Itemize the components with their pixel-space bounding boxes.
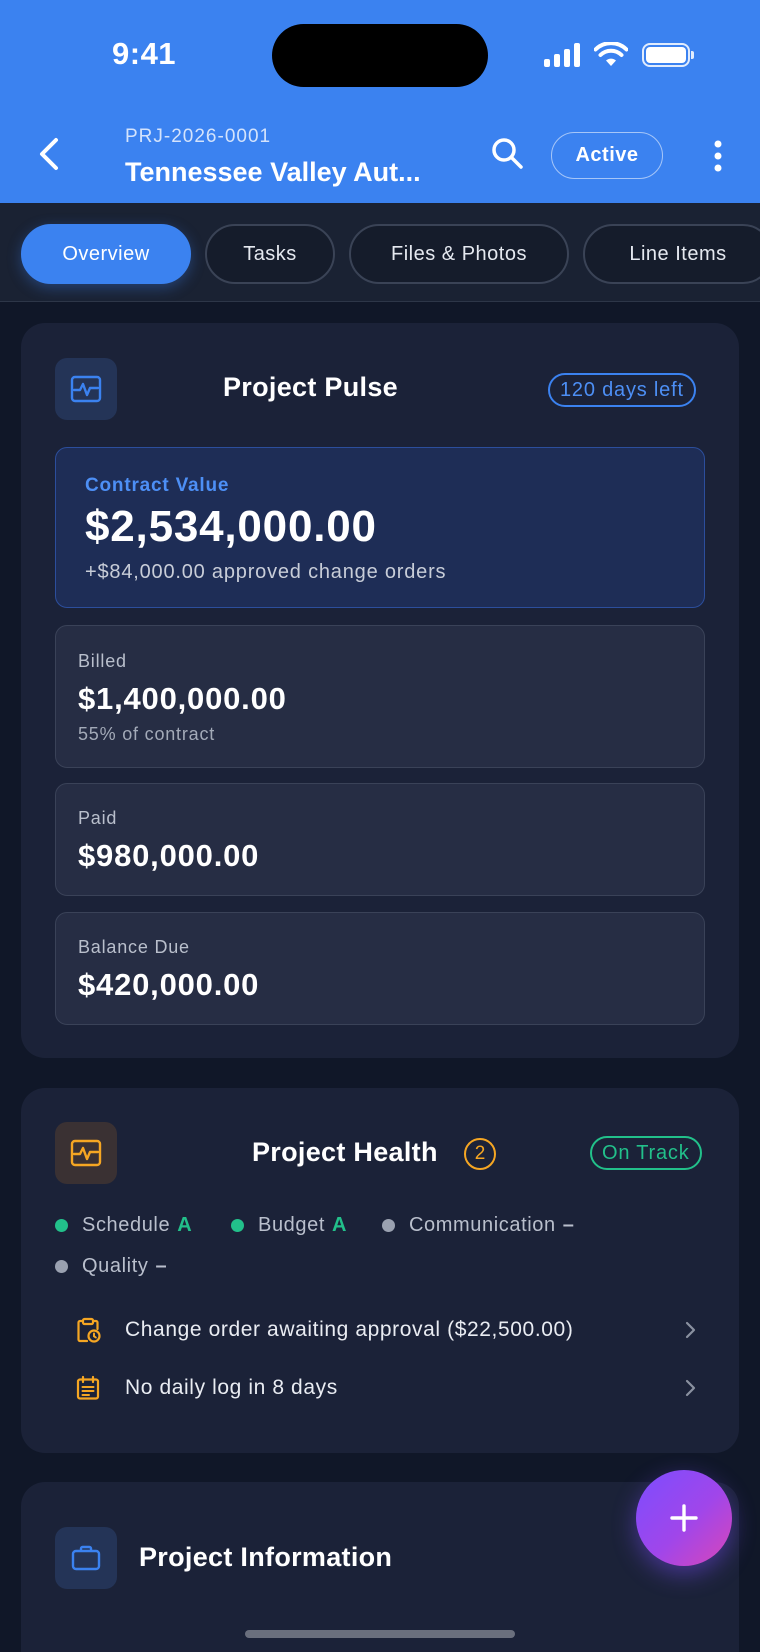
days-left-badge: 120 days left xyxy=(548,373,696,407)
billed-label: Billed xyxy=(78,651,127,671)
balance-due-label: Balance Due xyxy=(78,937,190,957)
paid-value: $980,000.00 xyxy=(78,838,260,873)
communication-metric: Communication – xyxy=(382,1214,574,1237)
communication-label: Communication xyxy=(409,1214,556,1236)
health-alert-count-badge: 2 xyxy=(464,1138,496,1170)
alert-text-daily-log: No daily log in 8 days xyxy=(125,1376,338,1399)
wifi-icon xyxy=(594,42,628,66)
change-orders-text: +$84,000.00 approved change orders xyxy=(85,561,447,583)
project-pulse-card: Project Pulse 120 days left Contract Val… xyxy=(21,323,739,1058)
pulse-title: Project Pulse xyxy=(223,372,398,402)
search-button[interactable] xyxy=(490,136,526,172)
alert-row-change-order[interactable]: Change order awaiting approval ($22,500.… xyxy=(55,1310,705,1350)
status-icons xyxy=(544,42,694,68)
dynamic-island xyxy=(272,24,488,87)
billed-value: $1,400,000.00 xyxy=(78,681,287,716)
chevron-right-icon xyxy=(685,1321,696,1339)
paid-label: Paid xyxy=(78,808,118,828)
tab-tasks[interactable]: Tasks xyxy=(205,224,335,284)
schedule-label: Schedule xyxy=(82,1214,171,1236)
schedule-metric: Schedule A xyxy=(55,1214,192,1237)
budget-metric: Budget A xyxy=(231,1214,347,1237)
communication-status-dot xyxy=(382,1219,395,1232)
schedule-status-dot xyxy=(55,1219,68,1232)
home-indicator xyxy=(245,1630,515,1638)
health-status-badge: On Track xyxy=(590,1136,702,1170)
info-title: Project Information xyxy=(139,1542,393,1572)
plus-icon xyxy=(670,1504,698,1532)
billed-box: Billed $1,400,000.00 55% of contract xyxy=(55,625,705,768)
balance-due-value: $420,000.00 xyxy=(78,967,260,1002)
alert-text-change-order: Change order awaiting approval ($22,500.… xyxy=(125,1318,574,1341)
clipboard-clock-icon xyxy=(77,1317,101,1343)
paid-box: Paid $980,000.00 xyxy=(55,783,705,896)
battery-icon xyxy=(642,43,694,67)
quality-grade: – xyxy=(155,1255,168,1277)
project-info-card: Project Information xyxy=(21,1482,739,1652)
billed-percent: 55% of contract xyxy=(78,724,216,744)
budget-status-dot xyxy=(231,1219,244,1232)
quality-label: Quality xyxy=(82,1255,149,1277)
more-options-button[interactable] xyxy=(706,138,730,174)
calendar-list-icon xyxy=(76,1375,100,1400)
budget-grade: A xyxy=(332,1214,348,1236)
cellular-signal-icon xyxy=(544,43,580,67)
tab-files-photos[interactable]: Files & Photos xyxy=(349,224,569,284)
quality-metric: Quality – xyxy=(55,1255,167,1278)
chevron-right-icon xyxy=(685,1379,696,1397)
back-button[interactable] xyxy=(32,132,68,176)
contract-value-label: Contract Value xyxy=(85,475,230,496)
contract-value: $2,534,000.00 xyxy=(85,502,377,551)
project-status-button[interactable]: Active xyxy=(551,132,663,179)
status-time: 9:41 xyxy=(112,36,177,71)
pulse-icon xyxy=(55,358,117,420)
project-id: PRJ-2026-0001 xyxy=(125,126,272,147)
project-name: Tennessee Valley Aut... xyxy=(125,157,421,187)
project-health-card: Project Health 2 On Track Schedule A Bud… xyxy=(21,1088,739,1453)
communication-grade: – xyxy=(562,1214,575,1236)
add-button[interactable] xyxy=(636,1470,732,1566)
health-title: Project Health xyxy=(252,1137,438,1167)
tab-line-items[interactable]: Line Items xyxy=(583,224,760,284)
health-icon xyxy=(55,1122,117,1184)
briefcase-icon xyxy=(55,1527,117,1589)
app-header: 9:41 PRJ-2026-0001 Tennessee Valley Aut.… xyxy=(0,0,760,203)
quality-status-dot xyxy=(55,1260,68,1273)
tab-bar: Overview Tasks Files & Photos Line Items xyxy=(0,203,760,302)
schedule-grade: A xyxy=(177,1214,193,1236)
contract-value-box: Contract Value $2,534,000.00 +$84,000.00… xyxy=(55,447,705,608)
balance-due-box: Balance Due $420,000.00 xyxy=(55,912,705,1025)
alert-row-daily-log[interactable]: No daily log in 8 days xyxy=(55,1368,705,1408)
tab-overview[interactable]: Overview xyxy=(21,224,191,284)
budget-label: Budget xyxy=(258,1214,325,1236)
